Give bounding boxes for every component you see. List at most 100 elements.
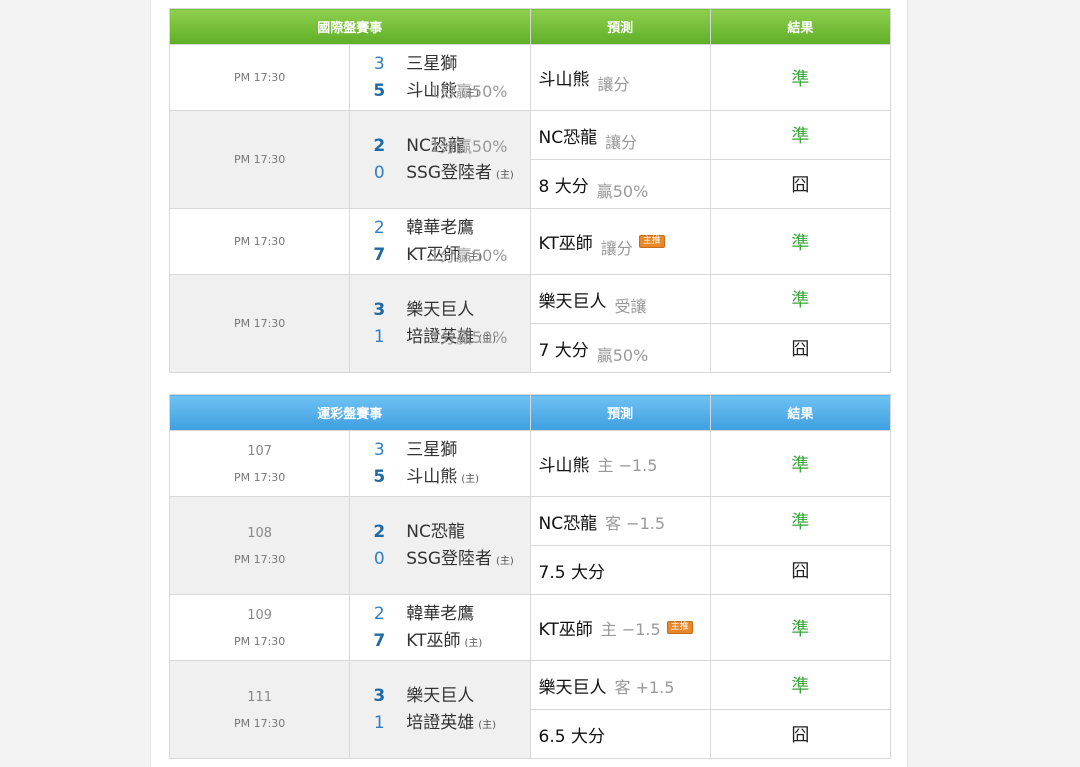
game-row: PM 17:30 2 NC恐龍 1分贏50% 0 SSG登陸者 (主) NC恐龍 讓分 準 bbox=[168, 110, 892, 209]
away-team: 3 三星獅 bbox=[364, 437, 529, 464]
matchup: 3 三星獅 5 斗山熊 (主) bbox=[349, 430, 531, 497]
pick-type: 贏50% bbox=[596, 181, 649, 201]
line-info: 1分贏50% bbox=[429, 327, 508, 347]
result-correct: 準 bbox=[709, 594, 892, 661]
result-correct: 準 bbox=[709, 660, 892, 710]
game-number: 107 bbox=[247, 443, 273, 459]
header-matches: 國際盤賽事 bbox=[169, 8, 531, 45]
table-header: 國際盤賽事 預測 結果 bbox=[169, 8, 892, 45]
away-score: 3 bbox=[373, 685, 386, 706]
game-number: 111 bbox=[247, 689, 273, 705]
result-correct: 準 bbox=[709, 430, 892, 497]
home-marker: (主) bbox=[496, 169, 514, 181]
home-team: 7 KT巫師 (主) bbox=[364, 628, 529, 655]
lottery-picks-table: 運彩盤賽事 預測 結果 107 PM 17:30 3 三星獅 5 斗山熊 (主) 斗山熊… bbox=[168, 394, 892, 759]
away-team-name: 韓華老鷹 bbox=[406, 603, 475, 624]
pick-type: 讓分 bbox=[600, 239, 633, 258]
game-row: 108 PM 17:30 2 NC恐龍 0 SSG登陸者 (主) NC恐龍客 −1.5 … bbox=[168, 496, 892, 595]
header-prediction: 預測 bbox=[529, 8, 711, 45]
result-correct: 準 bbox=[709, 208, 892, 275]
pick-type: 客 +1.5 bbox=[614, 677, 675, 697]
prediction: NC恐龍客 −1.5 bbox=[529, 496, 711, 546]
pick-type: 客 −1.5 bbox=[605, 513, 666, 533]
game-time: PM 17:30 bbox=[168, 208, 351, 275]
away-team: 2 NC恐龍 1分贏50% bbox=[364, 133, 529, 160]
away-score: 2 bbox=[373, 217, 385, 238]
game-row: PM 17:30 3 樂天巨人 1 培證英雄 (主) 1分贏50% 樂天巨人 受讓 準 bbox=[168, 274, 892, 373]
prediction: KT巫師 讓分 主推 bbox=[529, 208, 711, 275]
game-number: 109 bbox=[247, 607, 273, 623]
prediction: 樂天巨人客 +1.5 bbox=[529, 660, 711, 710]
matchup: 2 NC恐龍 1分贏50% 0 SSG登陸者 (主) bbox=[349, 110, 531, 209]
game-time: 111 PM 17:30 bbox=[168, 660, 351, 759]
matchup: 3 樂天巨人 1 培證英雄 (主) bbox=[349, 660, 531, 759]
away-team-name: 樂天巨人 bbox=[406, 299, 475, 320]
home-score: 5 bbox=[373, 80, 386, 101]
pick-team: KT巫師 bbox=[538, 234, 593, 254]
home-team-name: SSG登陸者 bbox=[406, 162, 493, 183]
header-result: 結果 bbox=[709, 8, 892, 45]
home-team: 1 培證英雄 (主) 1分贏50% bbox=[364, 324, 529, 351]
away-score: 2 bbox=[373, 521, 386, 542]
prediction-total: 7 大分 贏50% bbox=[529, 323, 711, 373]
line-info: 1分贏50% bbox=[429, 245, 508, 265]
prediction-total: 7.5 大分 bbox=[529, 545, 711, 595]
line-info: 1分贏50% bbox=[429, 81, 508, 101]
result-wrong: 囧 bbox=[709, 159, 892, 209]
pick-team: NC恐龍 bbox=[538, 513, 598, 534]
featured-badge: 主推 bbox=[666, 621, 693, 634]
pick-type: 主 −1.5 bbox=[597, 456, 658, 475]
pick-team: NC恐龍 bbox=[538, 127, 598, 148]
pick-total: 6.5 大分 bbox=[538, 726, 605, 747]
prediction: KT巫師主 −1.5 主推 bbox=[529, 594, 711, 661]
away-team-name: NC恐龍 bbox=[406, 521, 465, 542]
home-team-name: 斗山熊 bbox=[406, 466, 458, 487]
result-correct: 準 bbox=[709, 110, 892, 160]
matchup: 3 樂天巨人 1 培證英雄 (主) 1分贏50% bbox=[349, 274, 531, 373]
pick-total: 7 大分 bbox=[538, 340, 589, 361]
away-score: 3 bbox=[373, 439, 385, 460]
header-prediction: 預測 bbox=[529, 394, 711, 431]
game-row: 111 PM 17:30 3 樂天巨人 1 培證英雄 (主) 樂天巨人客 +1.5 準 bbox=[168, 660, 892, 759]
content-panel: 國際盤賽事 預測 結果 PM 17:30 3 三星獅 5 斗山熊 (主) 1分贏50% … bbox=[150, 0, 908, 767]
away-score: 2 bbox=[373, 135, 386, 156]
away-team: 3 樂天巨人 bbox=[364, 297, 529, 324]
home-team: 5 斗山熊 (主) bbox=[364, 464, 529, 491]
game-row: PM 17:30 2 韓華老鷹 7 KT巫師 (主) 1分贏50% KT巫師 讓分 主推 準 bbox=[168, 208, 892, 275]
home-score: 5 bbox=[373, 466, 386, 487]
game-time: PM 17:30 bbox=[168, 274, 351, 373]
home-marker: (主) bbox=[478, 719, 497, 731]
away-team-name: 三星獅 bbox=[406, 53, 458, 74]
away-team-name: 韓華老鷹 bbox=[406, 217, 475, 238]
home-marker: (主) bbox=[496, 555, 514, 567]
away-score: 3 bbox=[373, 299, 386, 320]
pick-total: 8 大分 bbox=[538, 176, 589, 197]
featured-badge: 主推 bbox=[638, 235, 665, 248]
prediction: 樂天巨人 受讓 bbox=[529, 274, 711, 324]
game-row: PM 17:30 3 三星獅 5 斗山熊 (主) 1分贏50% 斗山熊 讓分 準 bbox=[168, 44, 892, 111]
result-wrong: 囧 bbox=[709, 545, 892, 595]
home-team-name: SSG登陸者 bbox=[406, 548, 493, 569]
line-info: 1分贏50% bbox=[429, 136, 508, 156]
home-team-name: KT巫師 bbox=[406, 630, 461, 651]
intl-picks-table: 國際盤賽事 預測 結果 PM 17:30 3 三星獅 5 斗山熊 (主) 1分贏50% … bbox=[168, 8, 892, 373]
matchup: 3 三星獅 5 斗山熊 (主) 1分贏50% bbox=[349, 44, 531, 111]
home-score: 0 bbox=[373, 162, 385, 183]
home-team: 5 斗山熊 (主) 1分贏50% bbox=[364, 78, 529, 105]
home-score: 7 bbox=[373, 244, 386, 265]
matchup: 2 韓華老鷹 7 KT巫師 (主) bbox=[349, 594, 531, 661]
matchup: 2 韓華老鷹 7 KT巫師 (主) 1分贏50% bbox=[349, 208, 531, 275]
home-marker: (主) bbox=[461, 473, 480, 485]
game-time: 107 PM 17:30 bbox=[168, 430, 351, 497]
result-wrong: 囧 bbox=[709, 709, 892, 759]
matchup: 2 NC恐龍 0 SSG登陸者 (主) bbox=[349, 496, 531, 595]
away-score: 2 bbox=[373, 603, 385, 624]
game-time: PM 17:30 bbox=[168, 110, 351, 209]
home-score: 1 bbox=[373, 712, 385, 733]
pick-team: 樂天巨人 bbox=[538, 291, 607, 312]
header-result: 結果 bbox=[709, 394, 892, 431]
prediction-total: 6.5 大分 bbox=[529, 709, 711, 759]
prediction-total: 8 大分 贏50% bbox=[529, 159, 711, 209]
game-row: 107 PM 17:30 3 三星獅 5 斗山熊 (主) 斗山熊主 −1.5 準 bbox=[168, 430, 892, 497]
prediction: 斗山熊主 −1.5 bbox=[529, 430, 711, 497]
